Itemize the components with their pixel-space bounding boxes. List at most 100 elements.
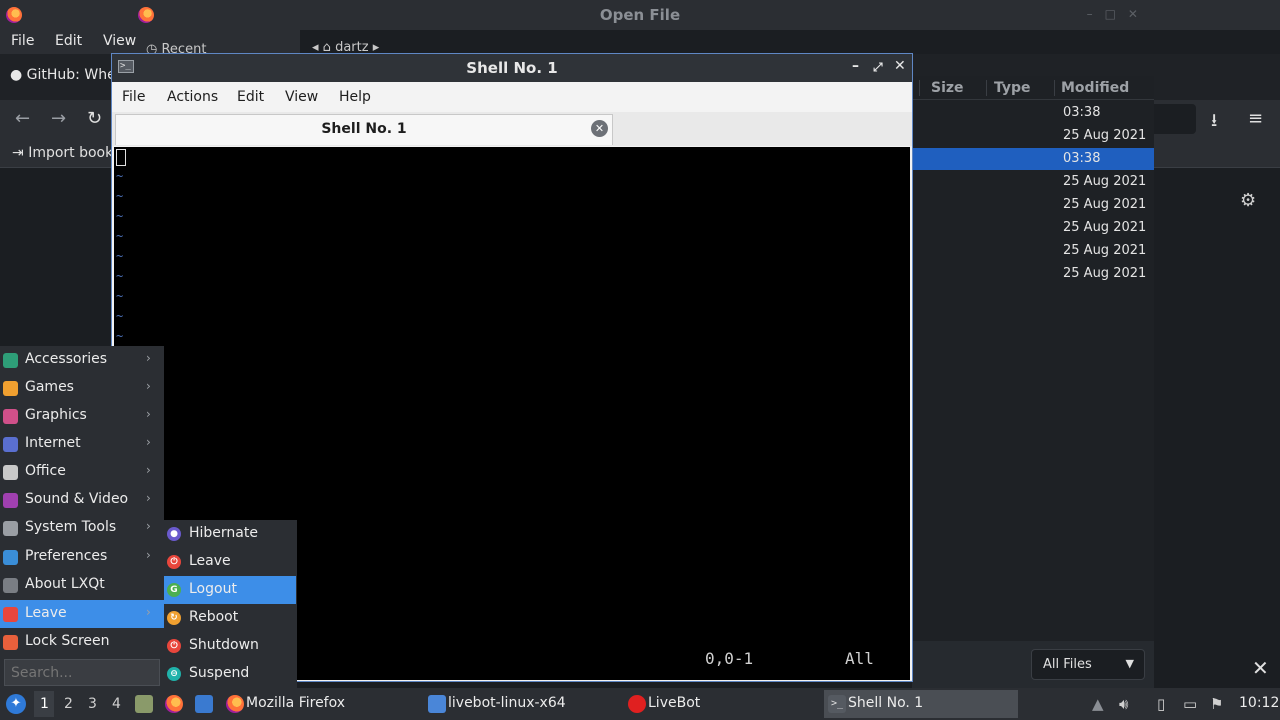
column-type[interactable]: Type — [994, 80, 1031, 96]
firefox-icon[interactable] — [165, 695, 183, 713]
close-icon[interactable]: ✕ — [894, 58, 906, 74]
vim-empty-line: ~ — [116, 229, 124, 243]
workspace-4[interactable]: 4 — [112, 696, 121, 712]
menu-edit[interactable]: Edit — [55, 33, 82, 49]
menu-item-about-lxqt[interactable]: About LXQt — [0, 571, 164, 599]
forward-icon[interactable]: → — [51, 108, 66, 129]
menu-item-preferences[interactable]: Preferences › — [0, 543, 164, 571]
github-icon: ● — [10, 67, 23, 83]
menu-edit[interactable]: Edit — [237, 89, 264, 105]
hamburger-menu-icon[interactable]: ≡ — [1248, 108, 1263, 129]
menu-item-office[interactable]: Office › — [0, 458, 164, 486]
menu-item-label: Accessories — [25, 351, 108, 367]
chevron-right-icon: › — [146, 463, 151, 477]
file-row[interactable]: 25 Aug 2021 — [912, 125, 1154, 147]
maximize-icon[interactable]: ⤢ — [873, 60, 883, 75]
menu-item-sound-video[interactable]: Sound & Video › — [0, 486, 164, 514]
internet-icon — [3, 437, 18, 452]
file-row[interactable]: 03:38 — [912, 102, 1154, 124]
window-controls[interactable]: –□✕ — [1087, 7, 1150, 21]
sound-video-icon — [3, 493, 18, 508]
workspace-2[interactable]: 2 — [64, 696, 73, 712]
task-shell[interactable]: >_ Shell No. 1 — [824, 690, 1018, 718]
task-livebot-folder[interactable]: livebot-linux-x64 — [424, 690, 614, 718]
import-icon: ⇥ — [12, 145, 24, 161]
vim-empty-line: ~ — [116, 269, 124, 283]
about-icon — [3, 578, 18, 593]
import-bookmarks[interactable]: ⇥ Import book — [12, 145, 113, 161]
lock-screen-icon — [3, 635, 18, 650]
menu-actions[interactable]: Actions — [167, 89, 218, 105]
modified-cell: 25 Aug 2021 — [1063, 266, 1147, 281]
chevron-down-icon: ▼ — [1125, 657, 1134, 670]
vim-empty-line: ~ — [116, 329, 124, 343]
submenu-item-reboot[interactable]: ↻ Reboot — [164, 604, 296, 632]
submenu-item-shutdown[interactable]: ⏻ Shutdown — [164, 632, 296, 660]
chevron-right-icon: › — [146, 491, 151, 505]
vim-empty-line: ~ — [116, 249, 124, 263]
column-size[interactable]: Size — [931, 80, 964, 96]
modified-cell: 25 Aug 2021 — [1063, 128, 1147, 143]
menu-item-accessories[interactable]: Accessories › — [0, 346, 164, 374]
submenu-item-suspend[interactable]: ⊖ Suspend — [164, 660, 296, 688]
start-menu-icon[interactable]: ✦ — [6, 694, 26, 714]
file-row[interactable]: 25 Aug 2021 — [912, 171, 1154, 193]
file-row[interactable]: 25 Aug 2021 — [912, 240, 1154, 262]
submenu-item-hibernate[interactable]: ● Hibernate — [164, 520, 296, 548]
menu-item-games[interactable]: Games › — [0, 374, 164, 402]
task-firefox[interactable]: Mozilla Firefox — [222, 690, 412, 718]
menu-item-graphics[interactable]: Graphics › — [0, 402, 164, 430]
file-list-header: Size Type Modified — [912, 76, 1154, 100]
workspace-1[interactable]: 1 — [40, 696, 49, 712]
reload-icon[interactable]: ↻ — [87, 108, 102, 129]
suspend-icon: ⊖ — [167, 667, 181, 681]
menu-help[interactable]: Help — [339, 89, 371, 105]
menu-view[interactable]: View — [103, 33, 136, 49]
preferences-icon — [3, 550, 18, 565]
file-row[interactable]: 25 Aug 2021 — [912, 263, 1154, 285]
chevron-right-icon: › — [146, 605, 151, 619]
workspace-3[interactable]: 3 — [88, 696, 97, 712]
submenu-item-leave[interactable]: ⏻ Leave — [164, 548, 296, 576]
menu-item-system-tools[interactable]: System Tools › — [0, 514, 164, 542]
terminal-title: Shell No. 1 — [466, 59, 558, 77]
display-icon[interactable]: ▭ — [1183, 695, 1197, 713]
back-icon[interactable]: ← — [15, 108, 30, 129]
menu-file[interactable]: File — [122, 89, 145, 105]
menu-file[interactable]: File — [11, 33, 34, 49]
clipboard-icon[interactable]: ▯ — [1157, 695, 1165, 713]
notification-icon[interactable]: ⚑ — [1210, 695, 1223, 713]
cursor-position: 0,0-1 — [705, 649, 754, 668]
file-row[interactable]: 25 Aug 2021 — [912, 217, 1154, 239]
menu-search-input[interactable] — [4, 659, 160, 686]
vim-empty-line: ~ — [116, 189, 124, 203]
tab-close-icon[interactable]: ✕ — [591, 120, 608, 137]
browser-tab[interactable]: ● GitHub: Whe — [10, 67, 116, 83]
tab-shell-1[interactable]: Shell No. 1 ✕ — [115, 114, 613, 145]
tray-arrow-icon[interactable]: ▲ — [1092, 695, 1104, 713]
column-modified[interactable]: Modified — [1061, 80, 1129, 96]
file-manager-icon[interactable] — [135, 695, 153, 713]
file-row[interactable]: 03:38 — [912, 148, 1154, 170]
file-filter-select[interactable]: All Files ▼ — [1031, 649, 1145, 680]
menu-view[interactable]: View — [285, 89, 318, 105]
task-livebot[interactable]: LiveBot — [624, 690, 814, 718]
terminal-icon: >_ — [828, 695, 846, 713]
file-row[interactable]: 25 Aug 2021 — [912, 194, 1154, 216]
gear-icon[interactable]: ⚙ — [1240, 190, 1256, 211]
menu-item-lock-screen[interactable]: Lock Screen — [0, 628, 164, 656]
menu-item-label: Leave — [25, 605, 67, 621]
leave-icon — [3, 607, 18, 622]
games-icon — [3, 381, 18, 396]
url-bar[interactable] — [1150, 104, 1196, 134]
submenu-item-logout[interactable]: G Logout — [164, 576, 296, 604]
downloads-icon[interactable]: ⭳ — [1211, 108, 1217, 138]
minimize-icon[interactable]: – — [852, 58, 859, 74]
desktop-icon[interactable] — [195, 695, 213, 713]
menu-item-internet[interactable]: Internet › — [0, 430, 164, 458]
menu-item-leave[interactable]: Leave › — [0, 600, 164, 628]
vim-empty-line: ~ — [116, 169, 124, 183]
volume-icon[interactable]: 🔊︎ — [1119, 695, 1128, 713]
close-icon[interactable]: ✕ — [1252, 656, 1269, 680]
clock: 10:12 — [1239, 695, 1280, 711]
